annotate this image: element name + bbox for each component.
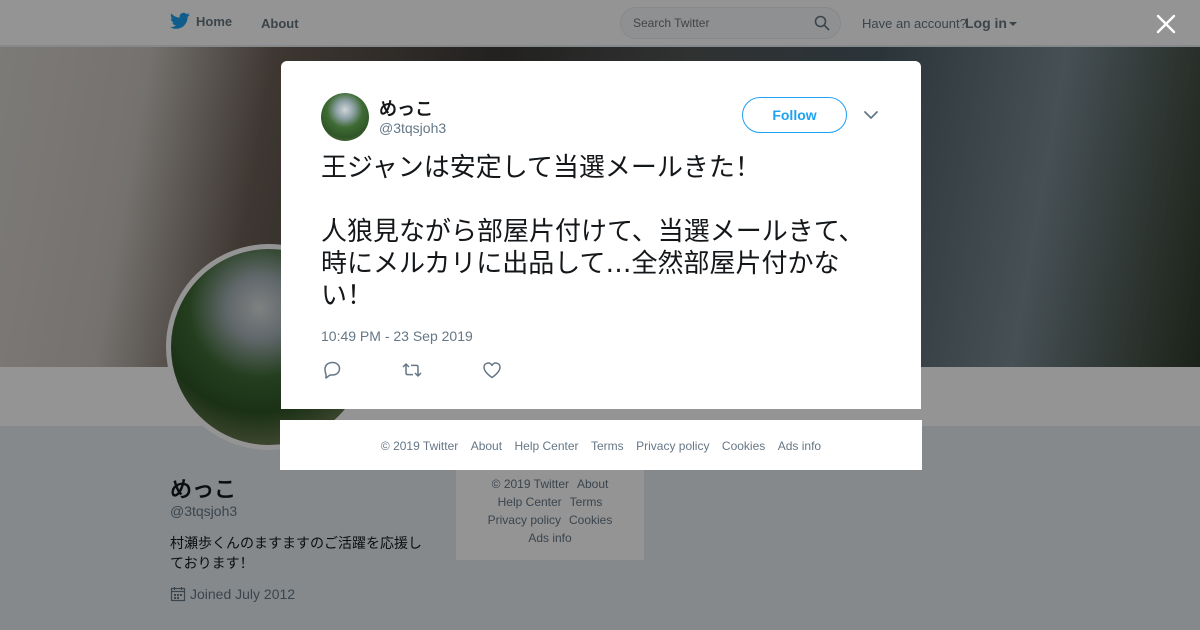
- tweet-timestamp[interactable]: 10:49 PM - 23 Sep 2019: [321, 328, 473, 344]
- heart-icon[interactable]: [481, 359, 503, 381]
- retweet-icon[interactable]: [401, 359, 423, 381]
- modal-footer-help-link[interactable]: Help Center: [515, 439, 579, 453]
- modal-footer-cookies-link[interactable]: Cookies: [722, 439, 765, 453]
- modal-footer-privacy-link[interactable]: Privacy policy: [636, 439, 709, 453]
- tweet-text: 王ジャンは安定して当選メールきた！ 人狼見ながら部屋片付けて、当選メールきて、時…: [321, 153, 865, 311]
- modal-footer-terms-link[interactable]: Terms: [591, 439, 624, 453]
- tweet-author-name[interactable]: めっこ: [379, 95, 433, 121]
- reply-icon[interactable]: [321, 359, 343, 381]
- modal-footer: © 2019 Twitter About Help Center Terms P…: [280, 420, 922, 470]
- modal-footer-copyright: © 2019 Twitter: [380, 439, 459, 453]
- tweet-modal: めっこ @3tqsjoh3 Follow 王ジャンは安定して当選メールきた！ 人…: [281, 61, 921, 409]
- chevron-down-icon[interactable]: [863, 108, 879, 122]
- modal-footer-ads-link[interactable]: Ads info: [778, 439, 821, 453]
- modal-footer-about-link[interactable]: About: [471, 439, 502, 453]
- follow-button[interactable]: Follow: [742, 97, 847, 133]
- tweet-author-handle[interactable]: @3tqsjoh3: [379, 120, 446, 136]
- tweet-author-avatar[interactable]: [321, 93, 369, 141]
- close-icon[interactable]: [1155, 13, 1177, 35]
